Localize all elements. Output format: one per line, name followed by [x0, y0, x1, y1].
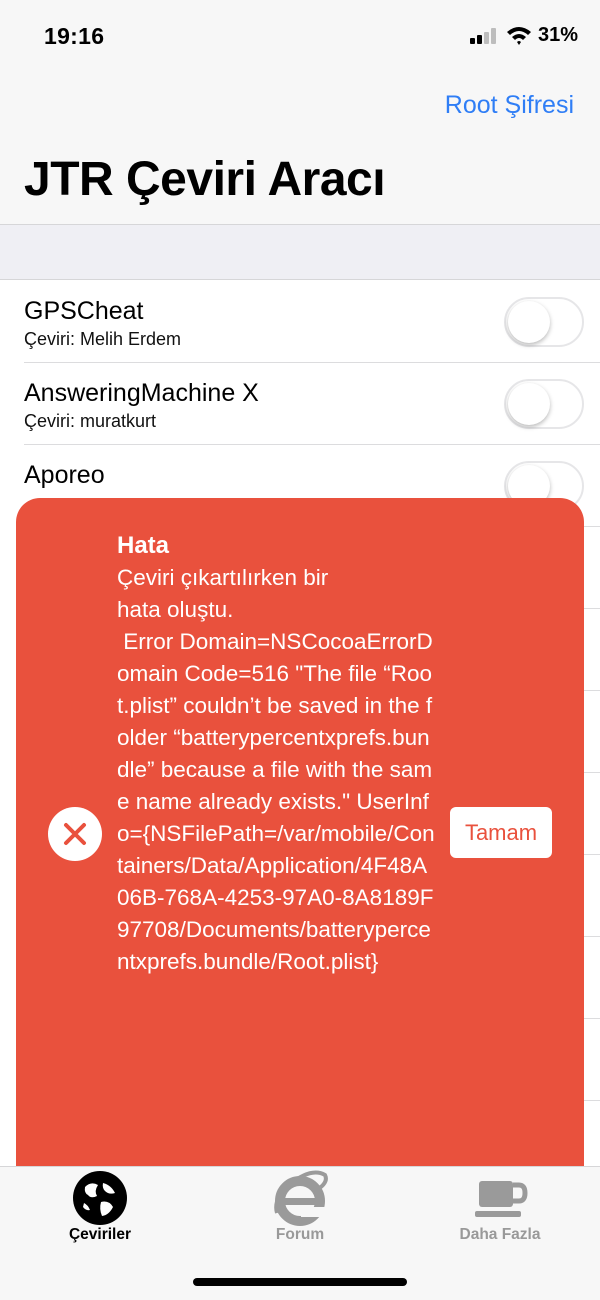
- list-separator: [584, 690, 600, 691]
- status-bar: 19:16 31%: [0, 0, 600, 70]
- tab-translations[interactable]: Çeviriler: [0, 1167, 200, 1257]
- error-icon: [48, 807, 102, 861]
- list-item[interactable]: GPSCheat Çeviri: Melih Erdem: [24, 281, 600, 363]
- wifi-icon: [507, 27, 531, 45]
- error-toast: Hata Çeviri çıkartılırken bir hata oluşt…: [16, 498, 584, 1178]
- coffee-cup-icon: [475, 1181, 528, 1217]
- cellular-signal-icon: [470, 28, 498, 44]
- item-translator: Çeviri: Melih Erdem: [24, 329, 182, 349]
- page-title: JTR Çeviri Aracı: [24, 153, 386, 206]
- tab-label: Daha Fazla: [459, 1226, 541, 1243]
- item-translator: Çeviri: muratkurt: [24, 411, 157, 431]
- list-separator: [584, 526, 600, 527]
- browser-e-icon: [274, 1170, 328, 1226]
- enable-toggle[interactable]: [504, 297, 584, 347]
- item-name: AnsweringMachine X: [24, 379, 259, 407]
- tab-label: Forum: [275, 1226, 325, 1243]
- home-indicator: [193, 1278, 407, 1286]
- list-item[interactable]: AnsweringMachine X Çeviri: muratkurt: [24, 363, 600, 445]
- root-password-button[interactable]: Root Şifresi: [445, 91, 574, 120]
- ok-button[interactable]: Tamam: [450, 807, 552, 858]
- list-separator: [584, 1018, 600, 1019]
- toggle-knob: [508, 301, 550, 343]
- error-message: Çeviri çıkartılırken bir hata oluştu. Er…: [117, 565, 435, 974]
- status-time: 19:16: [44, 23, 105, 49]
- tab-more[interactable]: Daha Fazla: [400, 1167, 600, 1257]
- list-separator: [584, 936, 600, 937]
- list-separator: [584, 608, 600, 609]
- battery-percentage: 31%: [538, 24, 579, 46]
- section-separator: [0, 225, 600, 280]
- globe-icon: [73, 1171, 127, 1225]
- item-name: GPSCheat: [24, 297, 144, 325]
- toggle-knob: [508, 383, 550, 425]
- tab-label: Çeviriler: [68, 1226, 132, 1243]
- list-separator: [584, 854, 600, 855]
- error-title: Hata: [117, 532, 170, 559]
- translation-list: GPSCheat Çeviri: Melih Erdem AnsweringMa…: [0, 281, 600, 527]
- navigation-header: Root Şifresi JTR Çeviri Aracı: [0, 70, 600, 225]
- list-separator: [584, 1100, 600, 1101]
- list-separator: [584, 772, 600, 773]
- item-name: Aporeo: [24, 461, 105, 489]
- enable-toggle[interactable]: [504, 379, 584, 429]
- tab-forum[interactable]: Forum: [200, 1167, 400, 1257]
